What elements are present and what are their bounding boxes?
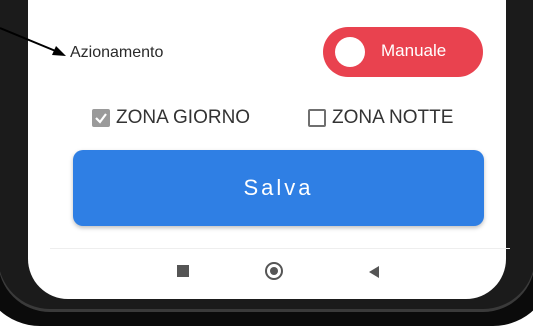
night-zone-checkbox[interactable]: ZONA NOTTE [308, 107, 453, 129]
back-triangle-icon[interactable] [368, 265, 380, 279]
day-zone-label: ZONA GIORNO [116, 107, 251, 128]
home-circle-icon[interactable] [265, 262, 283, 280]
annotation-arrow-icon [0, 27, 66, 56]
mode-toggle[interactable]: Manuale [323, 27, 483, 77]
day-zone-checkbox[interactable]: ZONA GIORNO [92, 107, 250, 129]
recents-square-icon[interactable] [177, 265, 189, 277]
mode-toggle-label: Manuale [381, 41, 447, 60]
night-zone-label: ZONA NOTTE [332, 107, 454, 128]
navbar-divider [50, 248, 510, 249]
save-button[interactable]: Salva [73, 150, 484, 226]
toggle-knob [335, 37, 365, 67]
save-button-label: Salva [243, 175, 314, 200]
drive-mode-label: Azionamento [70, 44, 164, 61]
checkbox-unchecked-icon [308, 109, 326, 127]
checkbox-checked-icon [92, 109, 110, 127]
